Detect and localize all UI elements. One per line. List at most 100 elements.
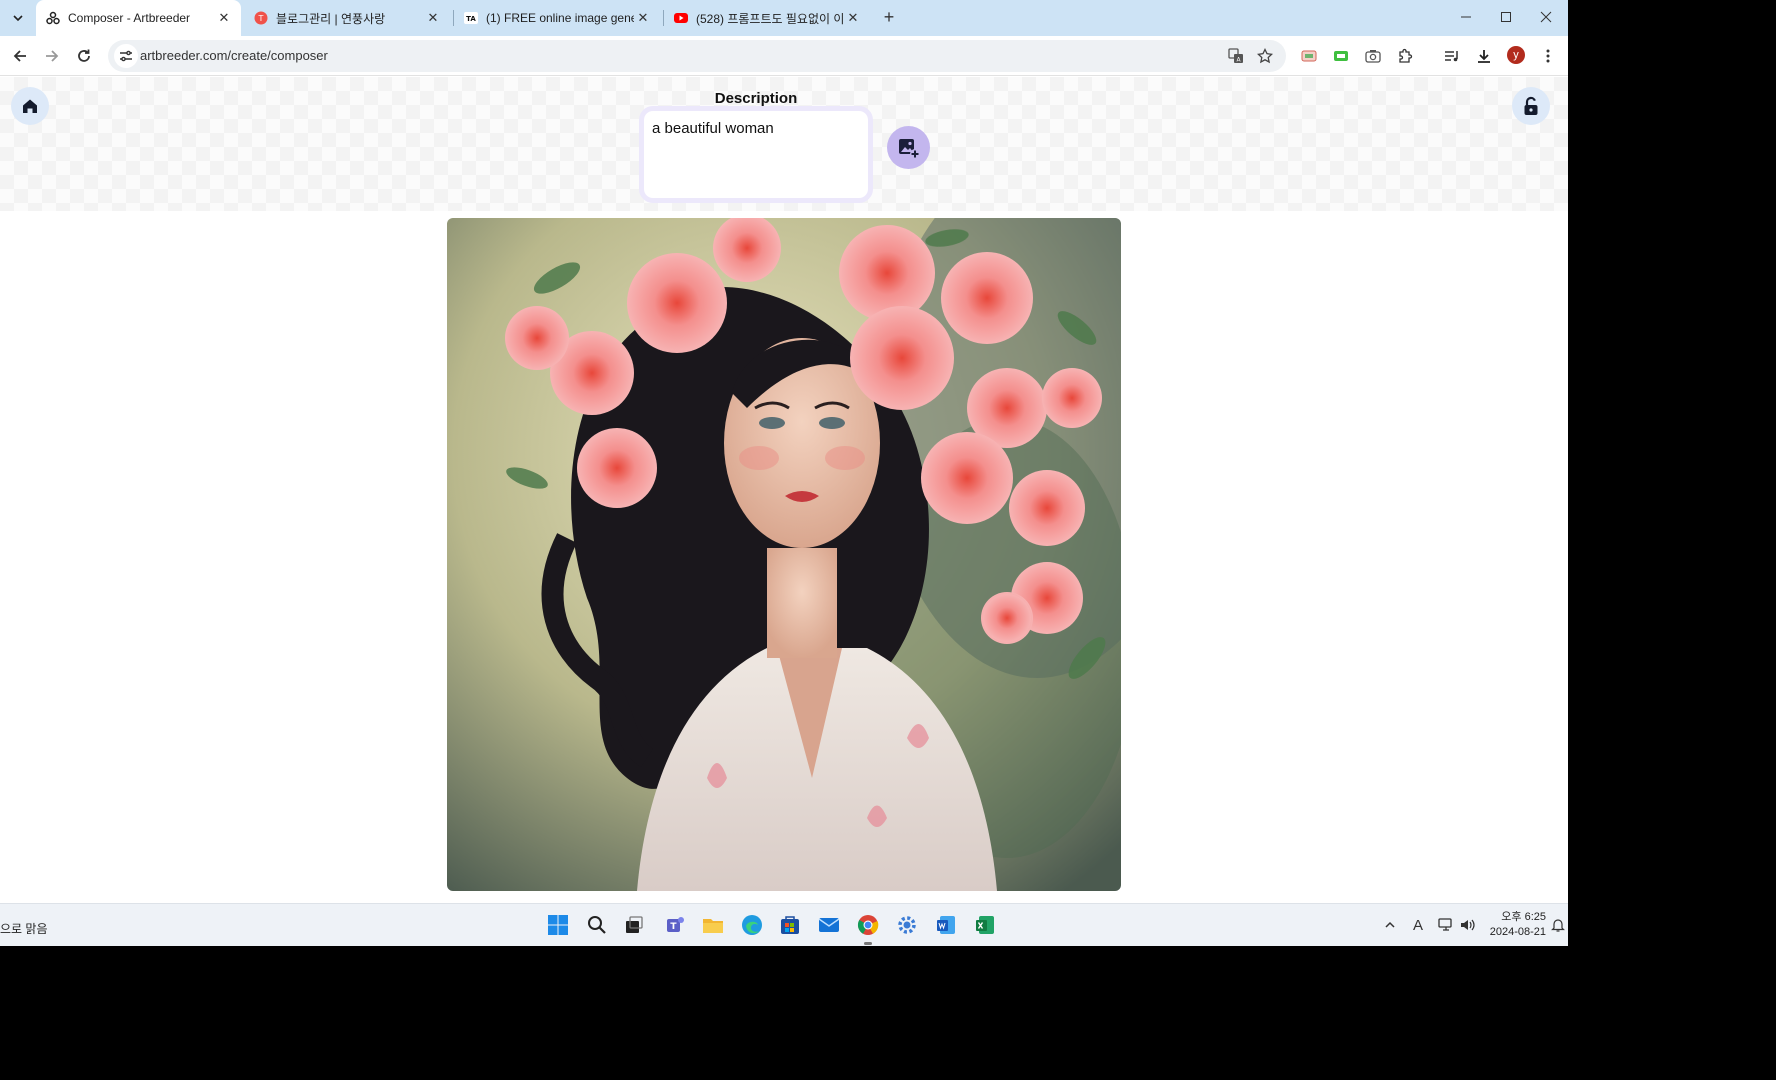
profile-avatar[interactable]: y <box>1507 46 1525 64</box>
artbreeder-icon <box>46 11 60 25</box>
close-window-button[interactable] <box>1526 0 1566 34</box>
edge-button[interactable] <box>739 912 765 938</box>
network-icon <box>1438 918 1452 931</box>
translate-button[interactable]: A <box>1226 46 1246 66</box>
gear-icon <box>898 916 916 934</box>
generated-image[interactable] <box>447 218 1121 891</box>
extension-icon <box>1301 50 1317 62</box>
search-icon <box>588 916 606 934</box>
weather-widget[interactable]: 으로 맑음 <box>0 920 48 937</box>
extensions-button[interactable] <box>1394 45 1416 67</box>
taskbar: 으로 맑음 T A 오후 6:25 2024-08-21 <box>0 903 1568 946</box>
lock-button[interactable] <box>1512 87 1550 125</box>
mail-button[interactable] <box>816 912 842 938</box>
store-icon <box>781 916 799 934</box>
svg-text:T: T <box>670 922 677 932</box>
url-text: artbreeder.com/create/composer <box>140 48 328 63</box>
youtube-icon <box>674 11 688 25</box>
svg-text:TA: TA <box>466 15 476 23</box>
maximize-button[interactable] <box>1486 0 1526 34</box>
tab-title: (1) FREE online image generat <box>486 11 634 25</box>
settings-app-button[interactable] <box>894 912 920 938</box>
download-icon <box>1478 50 1490 63</box>
tab-search-button[interactable] <box>6 6 30 30</box>
chevron-up-icon <box>1385 921 1395 928</box>
tab-close-button[interactable]: ✕ <box>215 9 233 27</box>
star-icon <box>1257 48 1273 64</box>
tab-composer[interactable]: Composer - Artbreeder ✕ <box>36 0 241 36</box>
taskbar-search-button[interactable] <box>584 912 610 938</box>
task-view-button[interactable] <box>621 912 647 938</box>
network-button[interactable] <box>1437 916 1455 934</box>
screen-margin <box>0 946 1776 1080</box>
notifications-button[interactable] <box>1549 916 1567 934</box>
tune-icon <box>120 50 132 62</box>
browser-window: Composer - Artbreeder ✕ T 블로그관리 | 연풍사랑 ✕… <box>0 0 1568 960</box>
speaker-icon <box>1461 919 1475 931</box>
bookmark-button[interactable] <box>1255 46 1275 66</box>
chrome-button[interactable] <box>855 912 881 938</box>
translate-icon: A <box>1228 48 1243 64</box>
add-image-button[interactable] <box>887 126 930 169</box>
reload-icon <box>78 49 90 62</box>
start-button[interactable] <box>545 912 571 938</box>
forward-button[interactable] <box>39 43 65 69</box>
tab-title: 블로그관리 | 연풍사랑 <box>276 11 386 26</box>
tray-overflow-button[interactable] <box>1381 916 1399 934</box>
teams-icon: T <box>667 917 684 932</box>
edge-icon <box>742 915 762 935</box>
tab-youtube[interactable]: (528) 프롬프트도 필요없이 이미 ✕ <box>664 0 870 36</box>
tab-title: Composer - Artbreeder <box>68 11 191 25</box>
puzzle-icon <box>1399 48 1413 63</box>
media-control-button[interactable] <box>1441 45 1463 67</box>
ta-icon: TA <box>464 11 478 25</box>
tab-close-button[interactable]: ✕ <box>634 9 652 27</box>
arrow-right-icon <box>46 50 59 62</box>
ime-indicator[interactable]: A <box>1409 916 1427 934</box>
excel-button[interactable] <box>972 912 998 938</box>
reload-button[interactable] <box>71 43 97 69</box>
description-label: Description <box>714 90 798 107</box>
tab-close-button[interactable]: ✕ <box>424 9 442 27</box>
extension-cast-button[interactable] <box>1298 45 1320 67</box>
maximize-icon <box>1501 12 1511 22</box>
word-button[interactable] <box>933 912 959 938</box>
volume-button[interactable] <box>1459 916 1477 934</box>
browser-menu-button[interactable] <box>1537 45 1559 67</box>
home-button[interactable] <box>11 87 49 125</box>
chrome-icon <box>857 915 879 935</box>
tistory-icon: T <box>254 11 268 25</box>
excel-icon <box>976 916 994 934</box>
svg-text:T: T <box>258 14 264 23</box>
store-button[interactable] <box>777 912 803 938</box>
composer-page: Description <box>0 77 1568 903</box>
chevron-down-icon <box>13 15 23 22</box>
folder-icon <box>703 919 723 933</box>
tab-close-button[interactable]: ✕ <box>844 9 862 27</box>
queue-music-icon <box>1445 51 1458 62</box>
arrow-left-icon <box>13 50 26 62</box>
more-vert-icon <box>1546 49 1550 63</box>
downloads-button[interactable] <box>1473 45 1495 67</box>
file-explorer-button[interactable] <box>700 912 726 938</box>
description-input[interactable] <box>652 120 862 190</box>
new-tab-button[interactable]: + <box>878 6 900 28</box>
site-info-button[interactable] <box>114 44 138 68</box>
minimize-icon <box>1461 16 1471 18</box>
tab-image-generator[interactable]: TA (1) FREE online image generat ✕ <box>454 0 660 36</box>
active-app-indicator <box>864 942 872 945</box>
browser-toolbar: artbreeder.com/create/composer A y <box>0 36 1568 76</box>
extension-icon <box>1334 51 1348 61</box>
tab-blog[interactable]: T 블로그관리 | 연풍사랑 ✕ <box>244 0 450 36</box>
address-bar[interactable]: artbreeder.com/create/composer A <box>108 40 1286 72</box>
lock-open-icon <box>1524 96 1538 115</box>
camera-icon <box>1365 50 1381 63</box>
tab-title: (528) 프롬프트도 필요없이 이미 <box>696 11 844 26</box>
extension-green-button[interactable] <box>1330 45 1352 67</box>
teams-button[interactable]: T <box>662 912 688 938</box>
minimize-button[interactable] <box>1446 0 1486 34</box>
back-button[interactable] <box>7 43 33 69</box>
system-clock[interactable]: 오후 6:25 2024-08-21 <box>1486 910 1546 940</box>
screenshot-button[interactable] <box>1362 45 1384 67</box>
clock-date: 2024-08-21 <box>1489 926 1546 938</box>
